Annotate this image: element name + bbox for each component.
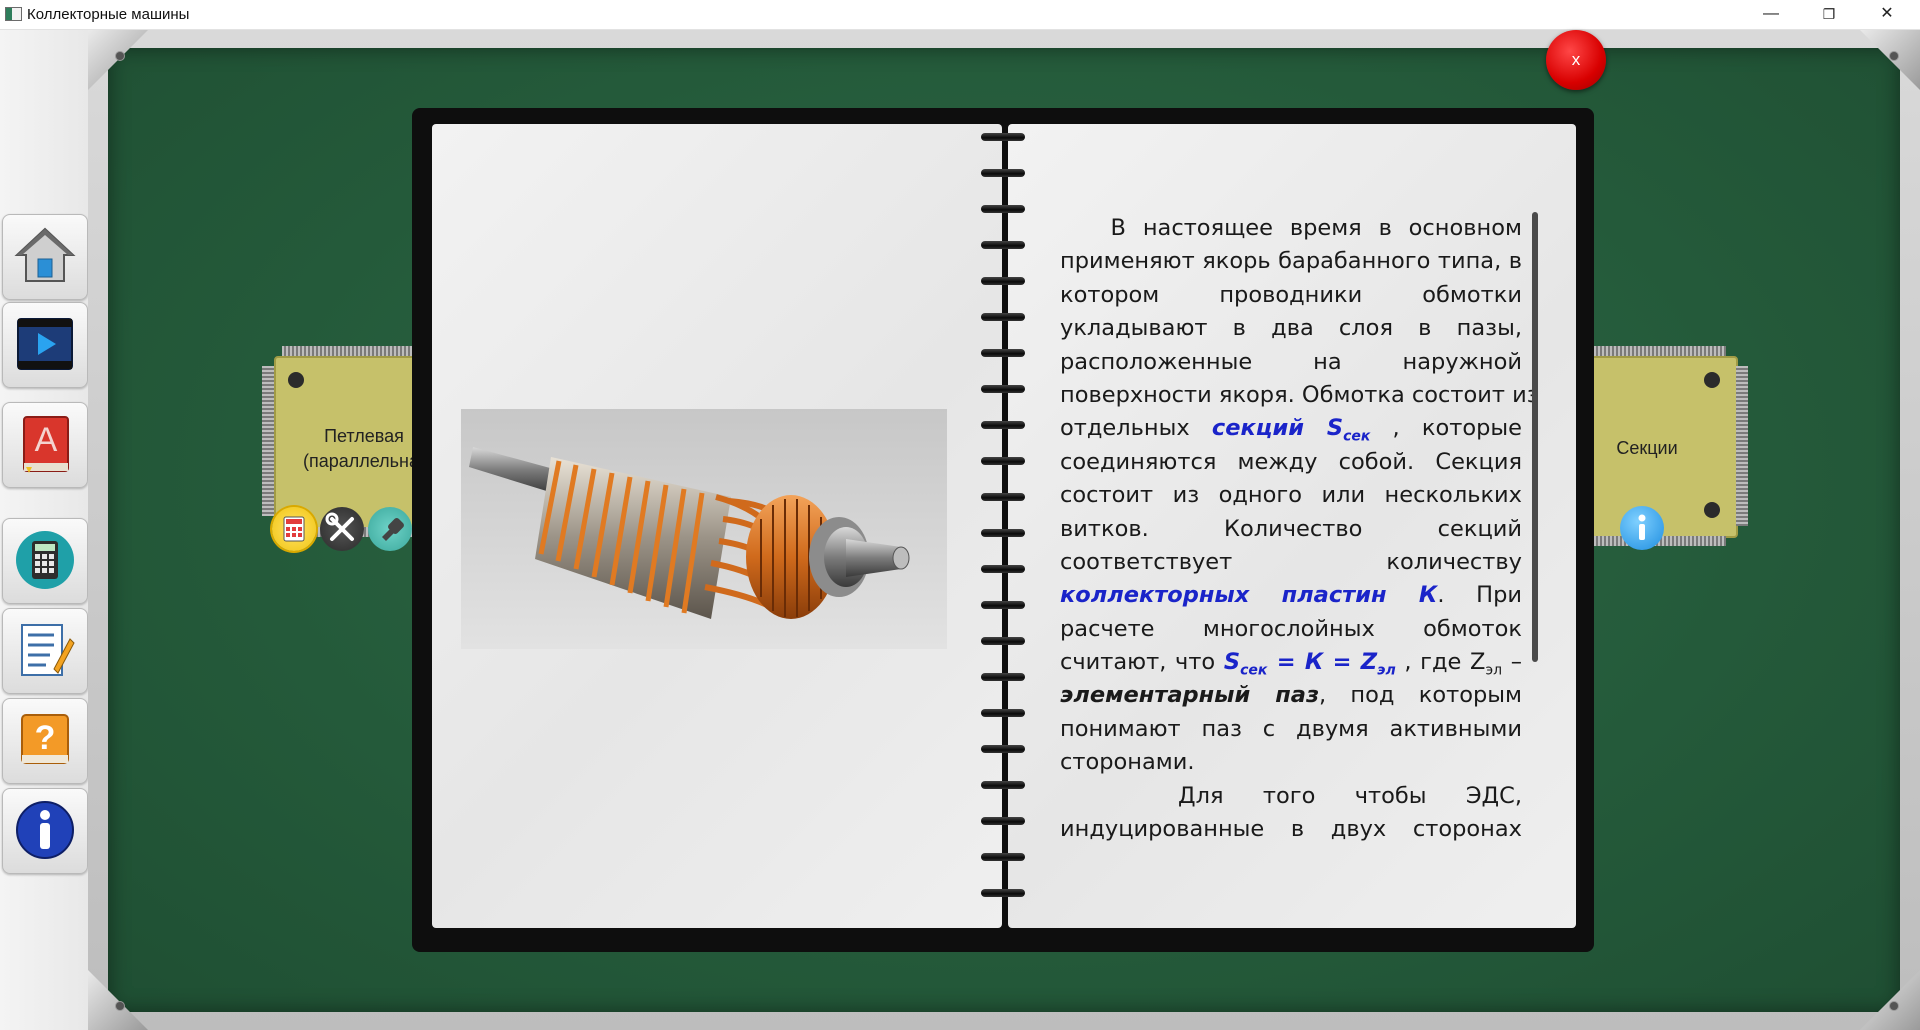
info-icon	[16, 801, 74, 859]
close-window-button[interactable]: ✕	[1864, 0, 1910, 29]
text-line: отдельных секций Sсек , которые	[1060, 415, 1523, 445]
winding-type-sublabel: (параллельна	[302, 451, 420, 471]
book-icon: A	[23, 416, 69, 473]
help-button[interactable]: ?	[2, 698, 88, 784]
tools-button[interactable]	[320, 507, 364, 551]
ring	[975, 416, 1031, 434]
armature-image	[469, 447, 910, 619]
text-line: индуцированные в двух сторонах	[1060, 816, 1522, 843]
info-button[interactable]	[2, 788, 88, 874]
test-button[interactable]	[2, 608, 88, 694]
text-line: соответствует количеству	[1060, 548, 1522, 575]
ring	[975, 524, 1031, 542]
text-line: В настоящее время в основном	[1060, 215, 1522, 241]
screw	[1890, 52, 1898, 60]
ring	[975, 200, 1031, 218]
window-title: Коллекторные машины	[27, 6, 190, 23]
text-line: расчете многослойных обмоток	[1060, 615, 1522, 642]
ring	[975, 668, 1031, 686]
close-book-button[interactable]: x	[1546, 30, 1606, 90]
home-button[interactable]	[2, 214, 88, 300]
chip-pins	[1590, 346, 1726, 356]
formula: Sсек = К = Zэл	[1223, 649, 1396, 679]
ring	[975, 632, 1031, 650]
calculator-icon	[16, 531, 74, 589]
textbook-button[interactable]: A	[2, 402, 88, 488]
text-line: считают, что Sсек = К = Zэл , где Zэл –	[1060, 649, 1522, 679]
ring	[975, 308, 1031, 326]
spiral-binding	[975, 128, 1031, 918]
text-line: укладывают в два слоя в пазы,	[1060, 315, 1522, 342]
restore-button[interactable]: ❐	[1806, 0, 1852, 29]
app-icon	[5, 7, 22, 21]
text-line: состоит из одного или нескольких	[1060, 482, 1522, 509]
page-text: В настоящее время в основном применяют я…	[1060, 212, 1539, 846]
ring	[975, 740, 1031, 758]
term-sections: секций Sсек	[1211, 415, 1371, 445]
home-icon	[14, 227, 76, 282]
text-line: расположенные на наружной	[1060, 348, 1522, 375]
text-line: элементарный паз, под которым	[1060, 682, 1522, 709]
ring	[975, 776, 1031, 794]
ring	[975, 344, 1031, 362]
ring	[975, 560, 1031, 578]
chip-dot	[1704, 372, 1720, 388]
ring	[975, 848, 1031, 866]
text-line: понимают паз с двумя активными	[1060, 715, 1522, 742]
term-collector-plates: коллекторных пластин К	[1060, 582, 1438, 609]
info-icon	[1638, 514, 1646, 540]
plug-icon	[382, 518, 404, 541]
ring	[975, 884, 1031, 902]
text-line: витков. Количество секций	[1060, 515, 1522, 542]
text-line: Для того чтобы ЭДС,	[1060, 782, 1522, 809]
video-icon	[17, 318, 73, 370]
text-line: соединяются между собой. Секция	[1060, 448, 1522, 475]
ring	[975, 128, 1031, 146]
video-button[interactable]	[2, 302, 88, 388]
chip-dot	[288, 372, 304, 388]
calculator-icon	[283, 516, 305, 542]
chip-pins	[1736, 366, 1748, 526]
minimize-button[interactable]: —	[1748, 0, 1794, 29]
text-line: сторонами.	[1060, 749, 1195, 776]
test-icon	[21, 624, 75, 676]
tools-icon	[325, 512, 354, 541]
ring	[975, 452, 1031, 470]
ring	[975, 488, 1031, 506]
title-bar: Коллекторные машины — ❐ ✕	[0, 0, 1920, 30]
ring	[975, 164, 1031, 182]
svg-text:A: A	[35, 421, 58, 459]
ring	[975, 236, 1031, 254]
calculator-button[interactable]	[2, 518, 88, 604]
text-line: коллекторных пластин К. При	[1060, 582, 1522, 609]
ring	[975, 704, 1031, 722]
text-line: применяют якорь барабанного типа, в	[1060, 248, 1522, 275]
svg-text:?: ?	[35, 719, 56, 757]
screw	[116, 1002, 124, 1010]
calculator-tool-button[interactable]	[272, 507, 316, 551]
text-line: котором проводники обмотки	[1060, 281, 1522, 308]
chip-dot	[1704, 502, 1720, 518]
text-line: поверхности якоря. Обмотка состоит из	[1060, 381, 1539, 408]
chip-pins	[262, 366, 274, 516]
sidebar: A ?	[0, 30, 88, 1030]
ring	[975, 380, 1031, 398]
text-scrollbar[interactable]	[1532, 212, 1538, 662]
ring	[975, 812, 1031, 830]
ring	[975, 596, 1031, 614]
sections-label: Секции	[1616, 438, 1678, 458]
ring	[975, 272, 1031, 290]
help-icon: ?	[21, 714, 69, 764]
info-tool-button[interactable]	[1620, 506, 1664, 550]
armature-photo	[461, 409, 947, 649]
screw	[1890, 1002, 1898, 1010]
term-elementary-slot: элементарный паз	[1060, 682, 1320, 709]
plug-button[interactable]	[368, 507, 412, 551]
screw	[116, 52, 124, 60]
